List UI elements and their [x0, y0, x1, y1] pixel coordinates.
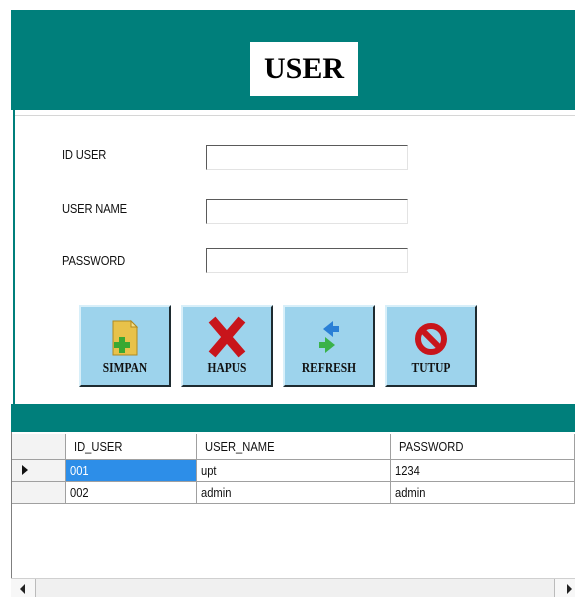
no-entry-icon — [387, 315, 475, 359]
column-header-password[interactable]: PASSWORD — [390, 434, 575, 460]
row-header-corner — [12, 434, 67, 460]
refresh-arrows-icon — [285, 315, 373, 359]
hapus-label: HAPUS — [207, 361, 247, 376]
add-file-icon — [81, 315, 169, 359]
cell-id-user[interactable]: 002 — [65, 481, 198, 504]
user-name-label: USER NAME — [62, 201, 127, 216]
cell-id-user[interactable]: 001 — [65, 459, 198, 482]
divider-strip — [11, 404, 575, 432]
scroll-right-icon — [567, 584, 572, 594]
id-user-input[interactable] — [206, 145, 408, 170]
scroll-right-button[interactable] — [554, 579, 575, 597]
refresh-label: REFRESH — [301, 361, 357, 376]
red-x-icon — [183, 315, 271, 359]
user-table: ID_USER USER_NAME PASSWORD 001 upt 1234 … — [12, 434, 575, 504]
tutup-button[interactable]: TUTUP — [385, 305, 477, 387]
page-title: USER — [250, 42, 358, 96]
header-row: ID_USER USER_NAME PASSWORD — [12, 434, 575, 460]
simpan-button[interactable]: SIMPAN — [79, 305, 171, 387]
scroll-left-icon — [20, 584, 25, 594]
cell-user-name[interactable]: admin — [196, 481, 392, 504]
id-user-label: ID USER — [62, 147, 107, 162]
cell-password[interactable]: admin — [390, 481, 575, 504]
simpan-label: SIMPAN — [102, 361, 148, 376]
row-selector[interactable] — [12, 459, 67, 482]
hapus-button[interactable]: HAPUS — [181, 305, 273, 387]
user-name-input[interactable] — [206, 199, 408, 224]
table-row[interactable]: 002 admin admin — [12, 481, 575, 504]
column-header-user-name[interactable]: USER_NAME — [196, 434, 392, 460]
tutup-label: TUTUP — [411, 361, 451, 376]
password-input[interactable] — [206, 248, 408, 273]
form-divider — [15, 115, 575, 116]
cell-user-name[interactable]: upt — [196, 459, 392, 482]
table-row[interactable]: 001 upt 1234 — [12, 459, 575, 482]
horizontal-scrollbar[interactable] — [11, 578, 575, 597]
row-selector[interactable] — [12, 481, 67, 504]
password-label: PASSWORD — [62, 253, 126, 268]
scroll-left-button[interactable] — [11, 579, 36, 597]
refresh-button[interactable]: REFRESH — [283, 305, 375, 387]
current-row-arrow-icon — [22, 464, 28, 475]
cell-password[interactable]: 1234 — [390, 459, 575, 482]
column-header-id-user[interactable]: ID_USER — [65, 434, 198, 460]
